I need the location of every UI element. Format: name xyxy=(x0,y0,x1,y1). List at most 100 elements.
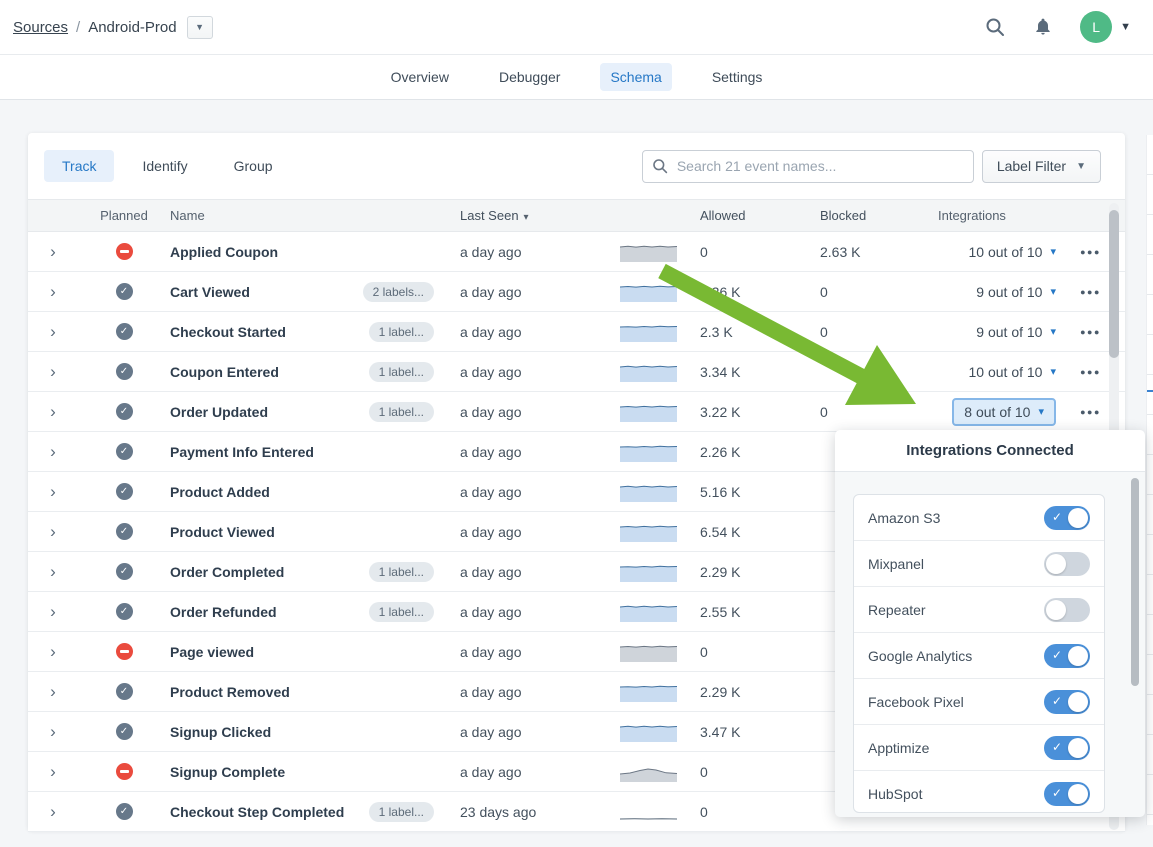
sparkline-chart xyxy=(620,482,700,502)
tab-identify[interactable]: Identify xyxy=(124,150,205,182)
integrations-dropdown[interactable]: 10 out of 10▾ xyxy=(969,364,1056,380)
row-expand-chevron-icon[interactable]: › xyxy=(28,443,78,460)
row-expand-chevron-icon[interactable]: › xyxy=(28,483,78,500)
tab-settings[interactable]: Settings xyxy=(702,63,773,91)
sparkline-chart xyxy=(620,442,700,462)
allowed-count: 5.16 K xyxy=(700,484,820,500)
chevron-down-icon: ▼ xyxy=(1076,161,1086,172)
label-badge[interactable]: 1 label... xyxy=(369,322,434,342)
popup-scrollbar-thumb[interactable] xyxy=(1131,478,1139,686)
allowed-count: 2.3 K xyxy=(700,324,820,340)
toggle-knob xyxy=(1068,692,1088,712)
popup-scrollbar[interactable] xyxy=(1131,478,1139,778)
row-expand-chevron-icon[interactable]: › xyxy=(28,763,78,780)
breadcrumb-sources-link[interactable]: Sources xyxy=(13,19,68,36)
blocked-count: 2.63 K xyxy=(820,244,938,260)
event-name[interactable]: Signup Clicked xyxy=(170,724,370,740)
integration-toggle-off[interactable] xyxy=(1044,552,1090,576)
event-name[interactable]: Product Removed xyxy=(170,684,370,700)
event-name[interactable]: Signup Complete xyxy=(170,764,370,780)
row-expand-chevron-icon[interactable]: › xyxy=(28,643,78,660)
event-name[interactable]: Order Refunded xyxy=(170,604,370,620)
notifications-bell-icon[interactable] xyxy=(1032,16,1054,38)
label-badge[interactable]: 1 label... xyxy=(369,402,434,422)
chevron-down-icon: ▾ xyxy=(1038,405,1044,418)
label-badge[interactable]: 1 label... xyxy=(369,802,434,822)
tab-debugger[interactable]: Debugger xyxy=(489,63,571,91)
event-name[interactable]: Checkout Started xyxy=(170,324,370,340)
event-name[interactable]: Product Viewed xyxy=(170,524,370,540)
column-last-seen[interactable]: Last Seen▾ xyxy=(460,208,620,223)
row-expand-chevron-icon[interactable]: › xyxy=(28,523,78,540)
tab-overview[interactable]: Overview xyxy=(381,63,459,91)
row-expand-chevron-icon[interactable]: › xyxy=(28,723,78,740)
integrations-dropdown[interactable]: 10 out of 10▾ xyxy=(969,244,1056,260)
allowed-count: 0 xyxy=(700,244,820,260)
integration-toggle-on[interactable]: ✓ xyxy=(1044,644,1090,668)
avatar[interactable]: L xyxy=(1080,11,1112,43)
search-input[interactable] xyxy=(642,150,974,183)
event-name[interactable]: Order Completed xyxy=(170,564,370,580)
event-name[interactable]: Coupon Entered xyxy=(170,364,370,380)
planned-check-icon: ✓ xyxy=(116,363,133,380)
tab-track[interactable]: Track xyxy=(44,150,114,182)
source-switcher-dropdown[interactable]: ▼ xyxy=(187,16,213,39)
row-expand-chevron-icon[interactable]: › xyxy=(28,243,78,260)
integration-toggle-on[interactable]: ✓ xyxy=(1044,782,1090,806)
last-seen-value: a day ago xyxy=(460,564,620,580)
last-seen-value: a day ago xyxy=(460,524,620,540)
sort-caret-icon: ▾ xyxy=(524,212,529,223)
breadcrumb-current-source: Android-Prod xyxy=(88,19,176,36)
row-expand-chevron-icon[interactable]: › xyxy=(28,363,78,380)
row-expand-chevron-icon[interactable]: › xyxy=(28,603,78,620)
search-icon[interactable] xyxy=(984,16,1006,38)
integrations-dropdown[interactable]: 8 out of 10▾ xyxy=(952,398,1056,426)
label-badge[interactable]: 1 label... xyxy=(369,602,434,622)
integrations-dropdown[interactable]: 9 out of 10▾ xyxy=(976,284,1056,300)
integration-name: HubSpot xyxy=(868,786,922,802)
integration-item: Facebook Pixel✓ xyxy=(854,679,1104,725)
sparkline-chart xyxy=(620,242,700,262)
event-name[interactable]: Order Updated xyxy=(170,404,370,420)
event-name[interactable]: Checkout Step Completed xyxy=(170,804,370,820)
row-expand-chevron-icon[interactable]: › xyxy=(28,803,78,820)
label-badge[interactable]: 1 label... xyxy=(369,562,434,582)
unplanned-minus-icon xyxy=(116,643,133,660)
label-filter-button[interactable]: Label Filter ▼ xyxy=(982,150,1101,183)
event-name[interactable]: Cart Viewed xyxy=(170,284,370,300)
row-expand-chevron-icon[interactable]: › xyxy=(28,563,78,580)
top-header: Sources / Android-Prod ▼ L ▼ xyxy=(0,0,1153,55)
table-row: ›✓Coupon Entered1 label...a day ago3.34 … xyxy=(28,352,1125,392)
row-expand-chevron-icon[interactable]: › xyxy=(28,683,78,700)
sparkline-chart xyxy=(620,322,700,342)
table-scrollbar-thumb[interactable] xyxy=(1109,210,1119,358)
event-name[interactable]: Product Added xyxy=(170,484,370,500)
last-seen-value: a day ago xyxy=(460,404,620,420)
row-expand-chevron-icon[interactable]: › xyxy=(28,283,78,300)
event-name[interactable]: Payment Info Entered xyxy=(170,444,370,460)
row-expand-chevron-icon[interactable]: › xyxy=(28,323,78,340)
user-menu[interactable]: L ▼ xyxy=(1080,11,1131,43)
planned-check-icon: ✓ xyxy=(116,603,133,620)
event-name[interactable]: Page viewed xyxy=(170,644,370,660)
integration-toggle-on[interactable]: ✓ xyxy=(1044,736,1090,760)
integrations-popup-title: Integrations Connected xyxy=(835,430,1145,472)
allowed-count: 2.55 K xyxy=(700,604,820,620)
tab-schema[interactable]: Schema xyxy=(600,63,671,91)
allowed-count: 2.29 K xyxy=(700,564,820,580)
label-badge[interactable]: 2 labels... xyxy=(363,282,434,302)
allowed-count: 2.29 K xyxy=(700,684,820,700)
integrations-dropdown[interactable]: 9 out of 10▾ xyxy=(976,324,1056,340)
event-name[interactable]: Applied Coupon xyxy=(170,244,370,260)
sparkline-chart xyxy=(620,362,700,382)
integration-toggle-off[interactable] xyxy=(1044,598,1090,622)
sparkline-chart xyxy=(620,562,700,582)
integration-toggle-on[interactable]: ✓ xyxy=(1044,690,1090,714)
integration-toggle-on[interactable]: ✓ xyxy=(1044,506,1090,530)
label-badge[interactable]: 1 label... xyxy=(369,362,434,382)
tab-group[interactable]: Group xyxy=(216,150,291,182)
sparkline-chart xyxy=(620,802,700,822)
last-seen-value: a day ago xyxy=(460,244,620,260)
last-seen-value: a day ago xyxy=(460,324,620,340)
row-expand-chevron-icon[interactable]: › xyxy=(28,403,78,420)
